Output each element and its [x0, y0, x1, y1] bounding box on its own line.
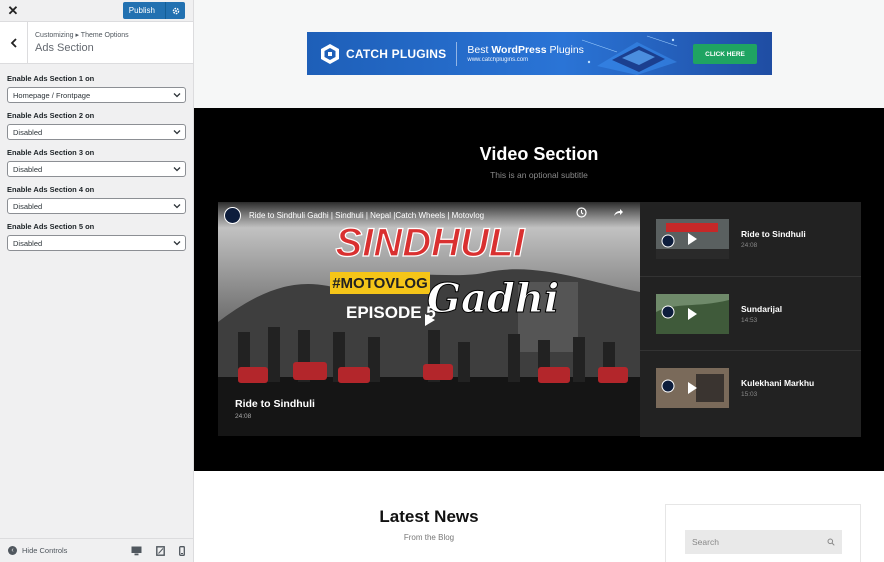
- ads-section-4-select[interactable]: Disabled: [7, 198, 186, 214]
- search-form: [685, 530, 842, 554]
- section-title: Ads Section: [35, 42, 94, 54]
- latest-news-section: Latest News From the Blog: [194, 471, 884, 562]
- device-switcher: [131, 545, 185, 556]
- ads-section-4-control: Enable Ads Section 4 on Disabled: [7, 185, 186, 214]
- chevron-down-icon: [173, 241, 181, 246]
- publish-group: Publish: [122, 2, 185, 19]
- catch-plugins-logo: CATCH PLUGINS: [307, 43, 446, 65]
- tablet-icon[interactable]: [156, 545, 165, 556]
- play-icon: [688, 382, 697, 394]
- mobile-icon[interactable]: [179, 545, 185, 556]
- share-icon[interactable]: [613, 207, 624, 218]
- banner-url: www.catchplugins.com: [467, 57, 529, 63]
- brand-name: CATCH PLUGINS: [346, 46, 447, 61]
- ads-section-3-select[interactable]: Disabled: [7, 161, 186, 177]
- news-subtitle: From the Blog: [403, 533, 455, 542]
- youtube-actions: [576, 207, 624, 218]
- customizer-sidebar: ✕ Publish Customizing ▸ Theme Options Ad…: [0, 0, 194, 562]
- control-label: Enable Ads Section 5 on: [7, 222, 95, 231]
- youtube-video-title[interactable]: Ride to Sindhuli Gadhi | Sindhuli | Nepa…: [249, 211, 484, 220]
- hide-controls-label: Hide Controls: [22, 546, 68, 555]
- playlist-item-duration: 14:53: [741, 317, 758, 324]
- chevron-down-icon: [173, 204, 181, 209]
- playlist-item[interactable]: Ride to Sindhuli 24:08: [640, 202, 861, 276]
- select-value: Disabled: [13, 201, 43, 211]
- news-title: Latest News: [379, 507, 479, 526]
- playlist-item[interactable]: Sundarijal 14:53: [640, 276, 861, 350]
- ads-section-5-control: Enable Ads Section 5 on Disabled: [7, 222, 186, 251]
- play-icon: [688, 308, 697, 320]
- ads-section-1-select[interactable]: Homepage / Frontpage: [7, 87, 186, 103]
- playlist-thumbnail: [656, 294, 729, 334]
- ad-banner[interactable]: CATCH PLUGINS Best WordPress Plugins www…: [307, 32, 772, 75]
- back-button[interactable]: [0, 22, 28, 63]
- watch-later-icon[interactable]: [576, 207, 587, 218]
- tagline: Best WordPress Plugins: [467, 44, 584, 56]
- select-value: Disabled: [13, 238, 43, 248]
- playlist-item-title: Kulekhani Markhu: [741, 378, 815, 388]
- chevron-down-icon: [173, 130, 181, 135]
- svg-text:#MOTOVLOG: #MOTOVLOG: [332, 275, 428, 292]
- current-video-duration: 24:08: [235, 413, 252, 420]
- ads-section-2-select[interactable]: Disabled: [7, 124, 186, 140]
- video-playlist: Ride to Sindhuli 24:08 Sundarijal 14:53 …: [640, 202, 861, 437]
- sidebar-widget: [665, 504, 861, 562]
- section-header: Customizing ▸ Theme Options Ads Section: [0, 22, 193, 64]
- circuit-illustration: [581, 35, 678, 75]
- select-value: Disabled: [13, 127, 43, 137]
- customizer-footer: ‹ Hide Controls: [0, 538, 193, 562]
- close-icon[interactable]: ✕: [0, 0, 26, 22]
- customizer-header: ✕ Publish: [0, 0, 193, 22]
- playlist-item[interactable]: Kulekhani Markhu 15:03: [640, 350, 861, 424]
- video-section-title: Video Section: [479, 144, 599, 164]
- chevron-down-icon: [173, 93, 181, 98]
- chevron-down-icon: [173, 167, 181, 172]
- ads-section-5-select[interactable]: Disabled: [7, 235, 186, 251]
- channel-avatar[interactable]: [224, 206, 241, 224]
- control-label: Enable Ads Section 3 on: [7, 148, 95, 157]
- desktop-icon[interactable]: [131, 546, 142, 556]
- gear-icon: [172, 7, 179, 14]
- select-value: Homepage / Frontpage: [13, 90, 91, 100]
- current-video-title: Ride to Sindhuli: [235, 398, 315, 410]
- banner-divider: [456, 41, 458, 66]
- video-section: Video Section This is an optional subtit…: [194, 108, 884, 471]
- playlist-item-duration: 24:08: [741, 242, 758, 249]
- svg-text:Gadhi: Gadhi: [427, 275, 559, 322]
- control-label: Enable Ads Section 1 on: [7, 74, 95, 83]
- ads-section: CATCH PLUGINS Best WordPress Plugins www…: [194, 0, 884, 108]
- search-input[interactable]: [692, 537, 827, 547]
- controls-list: Enable Ads Section 1 on Homepage / Front…: [0, 64, 193, 251]
- breadcrumb: Customizing ▸ Theme Options: [35, 32, 129, 39]
- banner-tagline: Best WordPress Plugins www.catchplugins.…: [467, 44, 584, 63]
- control-label: Enable Ads Section 2 on: [7, 111, 95, 120]
- playlist-thumbnail: [656, 368, 729, 408]
- svg-text:EPISODE 5: EPISODE 5: [346, 303, 436, 322]
- collapse-icon: ‹: [8, 546, 17, 555]
- playlist-item-duration: 15:03: [741, 391, 758, 398]
- video-player[interactable]: SINDHULI #MOTOVLOG Gadhi EPISODE 5 Ride …: [218, 202, 640, 436]
- ads-section-3-control: Enable Ads Section 3 on Disabled: [7, 148, 186, 177]
- hide-controls-button[interactable]: ‹ Hide Controls: [8, 546, 67, 555]
- click-here-button[interactable]: CLICK HERE: [693, 44, 757, 64]
- playlist-thumbnail: [656, 219, 729, 259]
- select-value: Disabled: [13, 164, 43, 174]
- chevron-left-icon: [10, 37, 17, 48]
- playlist-item-title: Sundarijal: [741, 304, 783, 314]
- site-preview: CATCH PLUGINS Best WordPress Plugins www…: [194, 0, 884, 562]
- playlist-item-title: Ride to Sindhuli: [741, 229, 806, 239]
- ads-section-2-control: Enable Ads Section 2 on Disabled: [7, 111, 186, 140]
- publish-settings-button[interactable]: [165, 2, 185, 19]
- play-icon: [688, 233, 697, 245]
- catch-plugins-logo-icon: [321, 43, 339, 64]
- search-icon[interactable]: [827, 538, 835, 546]
- control-label: Enable Ads Section 4 on: [7, 185, 95, 194]
- ads-section-1-control: Enable Ads Section 1 on Homepage / Front…: [7, 74, 186, 103]
- publish-button[interactable]: Publish: [122, 2, 165, 19]
- video-section-subtitle: This is an optional subtitle: [490, 170, 588, 180]
